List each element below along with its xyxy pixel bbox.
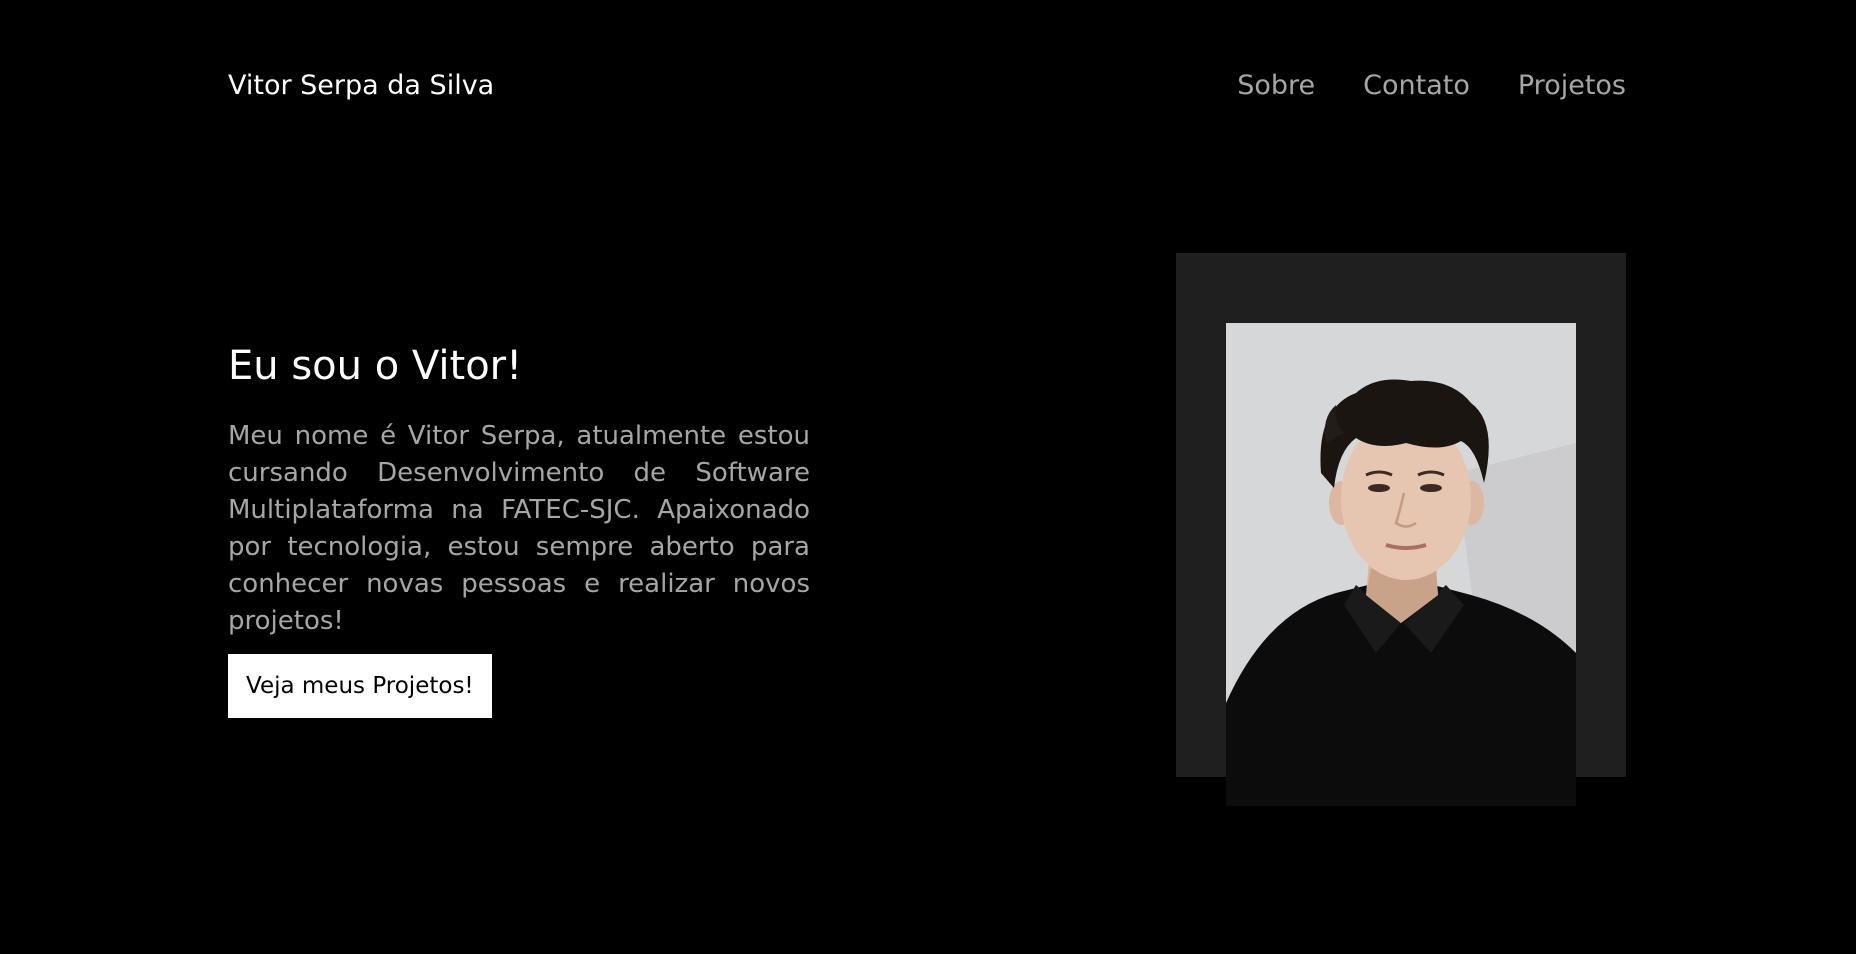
page: Vitor Serpa da Silva Sobre Contato Proje… xyxy=(0,0,1856,954)
nav-link-contato[interactable]: Contato xyxy=(1363,68,1470,104)
main-nav: Sobre Contato Projetos xyxy=(1237,68,1626,104)
brand-name[interactable]: Vitor Serpa da Silva xyxy=(228,68,494,104)
nav-link-projetos[interactable]: Projetos xyxy=(1518,68,1626,104)
nav-link-sobre[interactable]: Sobre xyxy=(1237,68,1315,104)
hero-title: Eu sou o Vitor! xyxy=(228,343,523,389)
hero-description: Meu nome é Vitor Serpa, atualmente estou… xyxy=(228,421,810,636)
hero-section: Eu sou o Vitor! Meu nome é Vitor Serpa, … xyxy=(228,338,810,718)
profile-photo xyxy=(1226,323,1576,806)
view-projects-button[interactable]: Veja meus Projetos! xyxy=(228,654,492,718)
portrait-photo-icon xyxy=(1226,323,1576,806)
